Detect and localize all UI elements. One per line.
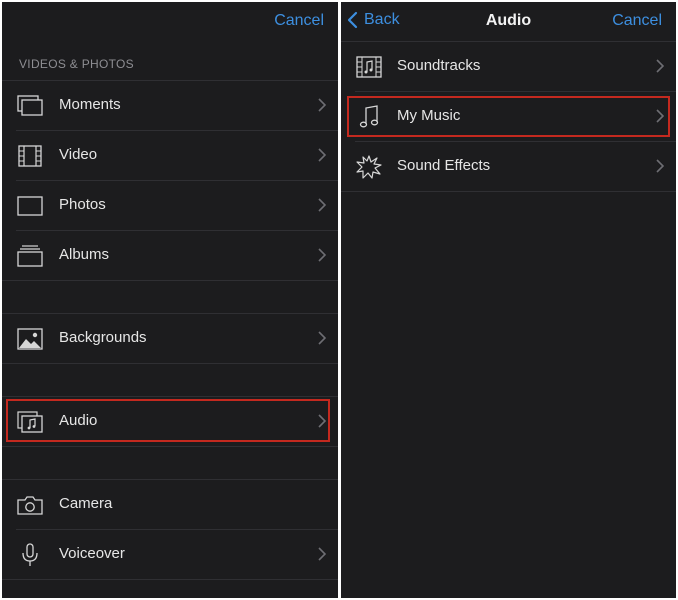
- moments-icon: [16, 92, 44, 120]
- audio-panel: Back Audio Cancel Soundtracks My Music S…: [341, 2, 676, 598]
- list-item-label: Soundtracks: [397, 57, 481, 74]
- list-item-label: Moments: [59, 96, 121, 113]
- cancel-button[interactable]: Cancel: [612, 12, 662, 30]
- albums-icon: [16, 242, 44, 270]
- chevron-right-icon: [318, 331, 327, 350]
- list-item-backgrounds[interactable]: Backgrounds: [2, 314, 338, 364]
- film-icon: [16, 142, 44, 170]
- chevron-right-icon: [318, 98, 327, 117]
- list-item-camera[interactable]: Camera: [2, 480, 338, 530]
- landscape-icon: [16, 325, 44, 353]
- media-browser-panel: Cancel VIDEOS & PHOTOS Moments Video Pho…: [2, 2, 338, 598]
- list-item-soundtracks[interactable]: Soundtracks: [341, 42, 676, 92]
- chevron-right-icon: [318, 198, 327, 217]
- highlight-box-audio: [6, 399, 330, 442]
- list-item-sound-effects[interactable]: Sound Effects: [341, 142, 676, 192]
- list-item-label: Camera: [59, 495, 113, 512]
- list-item-voiceover[interactable]: Voiceover: [2, 530, 338, 580]
- chevron-right-icon: [656, 59, 665, 78]
- chevron-right-icon: [318, 148, 327, 167]
- section-header-videos-photos: VIDEOS & PHOTOS: [19, 57, 134, 71]
- right-navbar: Back Audio Cancel: [341, 2, 676, 42]
- list-item-albums[interactable]: Albums: [2, 231, 338, 281]
- microphone-icon: [16, 541, 44, 569]
- photo-frame-icon: [16, 192, 44, 220]
- chevron-right-icon: [318, 248, 327, 267]
- burst-icon: [355, 153, 383, 181]
- list-item-moments[interactable]: Moments: [2, 81, 338, 131]
- highlight-box-my-music: [347, 96, 670, 137]
- screenshot-frame: Cancel VIDEOS & PHOTOS Moments Video Pho…: [0, 0, 678, 600]
- left-navbar: Cancel: [2, 2, 338, 42]
- list-item-label: Backgrounds: [59, 329, 147, 346]
- chevron-right-icon: [656, 159, 665, 178]
- cancel-button[interactable]: Cancel: [274, 12, 324, 30]
- list-item-photos[interactable]: Photos: [2, 181, 338, 231]
- list-item-label: Voiceover: [59, 545, 125, 562]
- chevron-right-icon: [318, 547, 327, 566]
- list-item-label: Photos: [59, 196, 106, 213]
- soundtrack-film-icon: [355, 53, 383, 81]
- list-item-label: Sound Effects: [397, 157, 491, 174]
- list-item-label: Video: [59, 146, 98, 163]
- list-item-label: Albums: [59, 246, 110, 263]
- list-item-video[interactable]: Video: [2, 131, 338, 181]
- camera-icon: [16, 491, 44, 519]
